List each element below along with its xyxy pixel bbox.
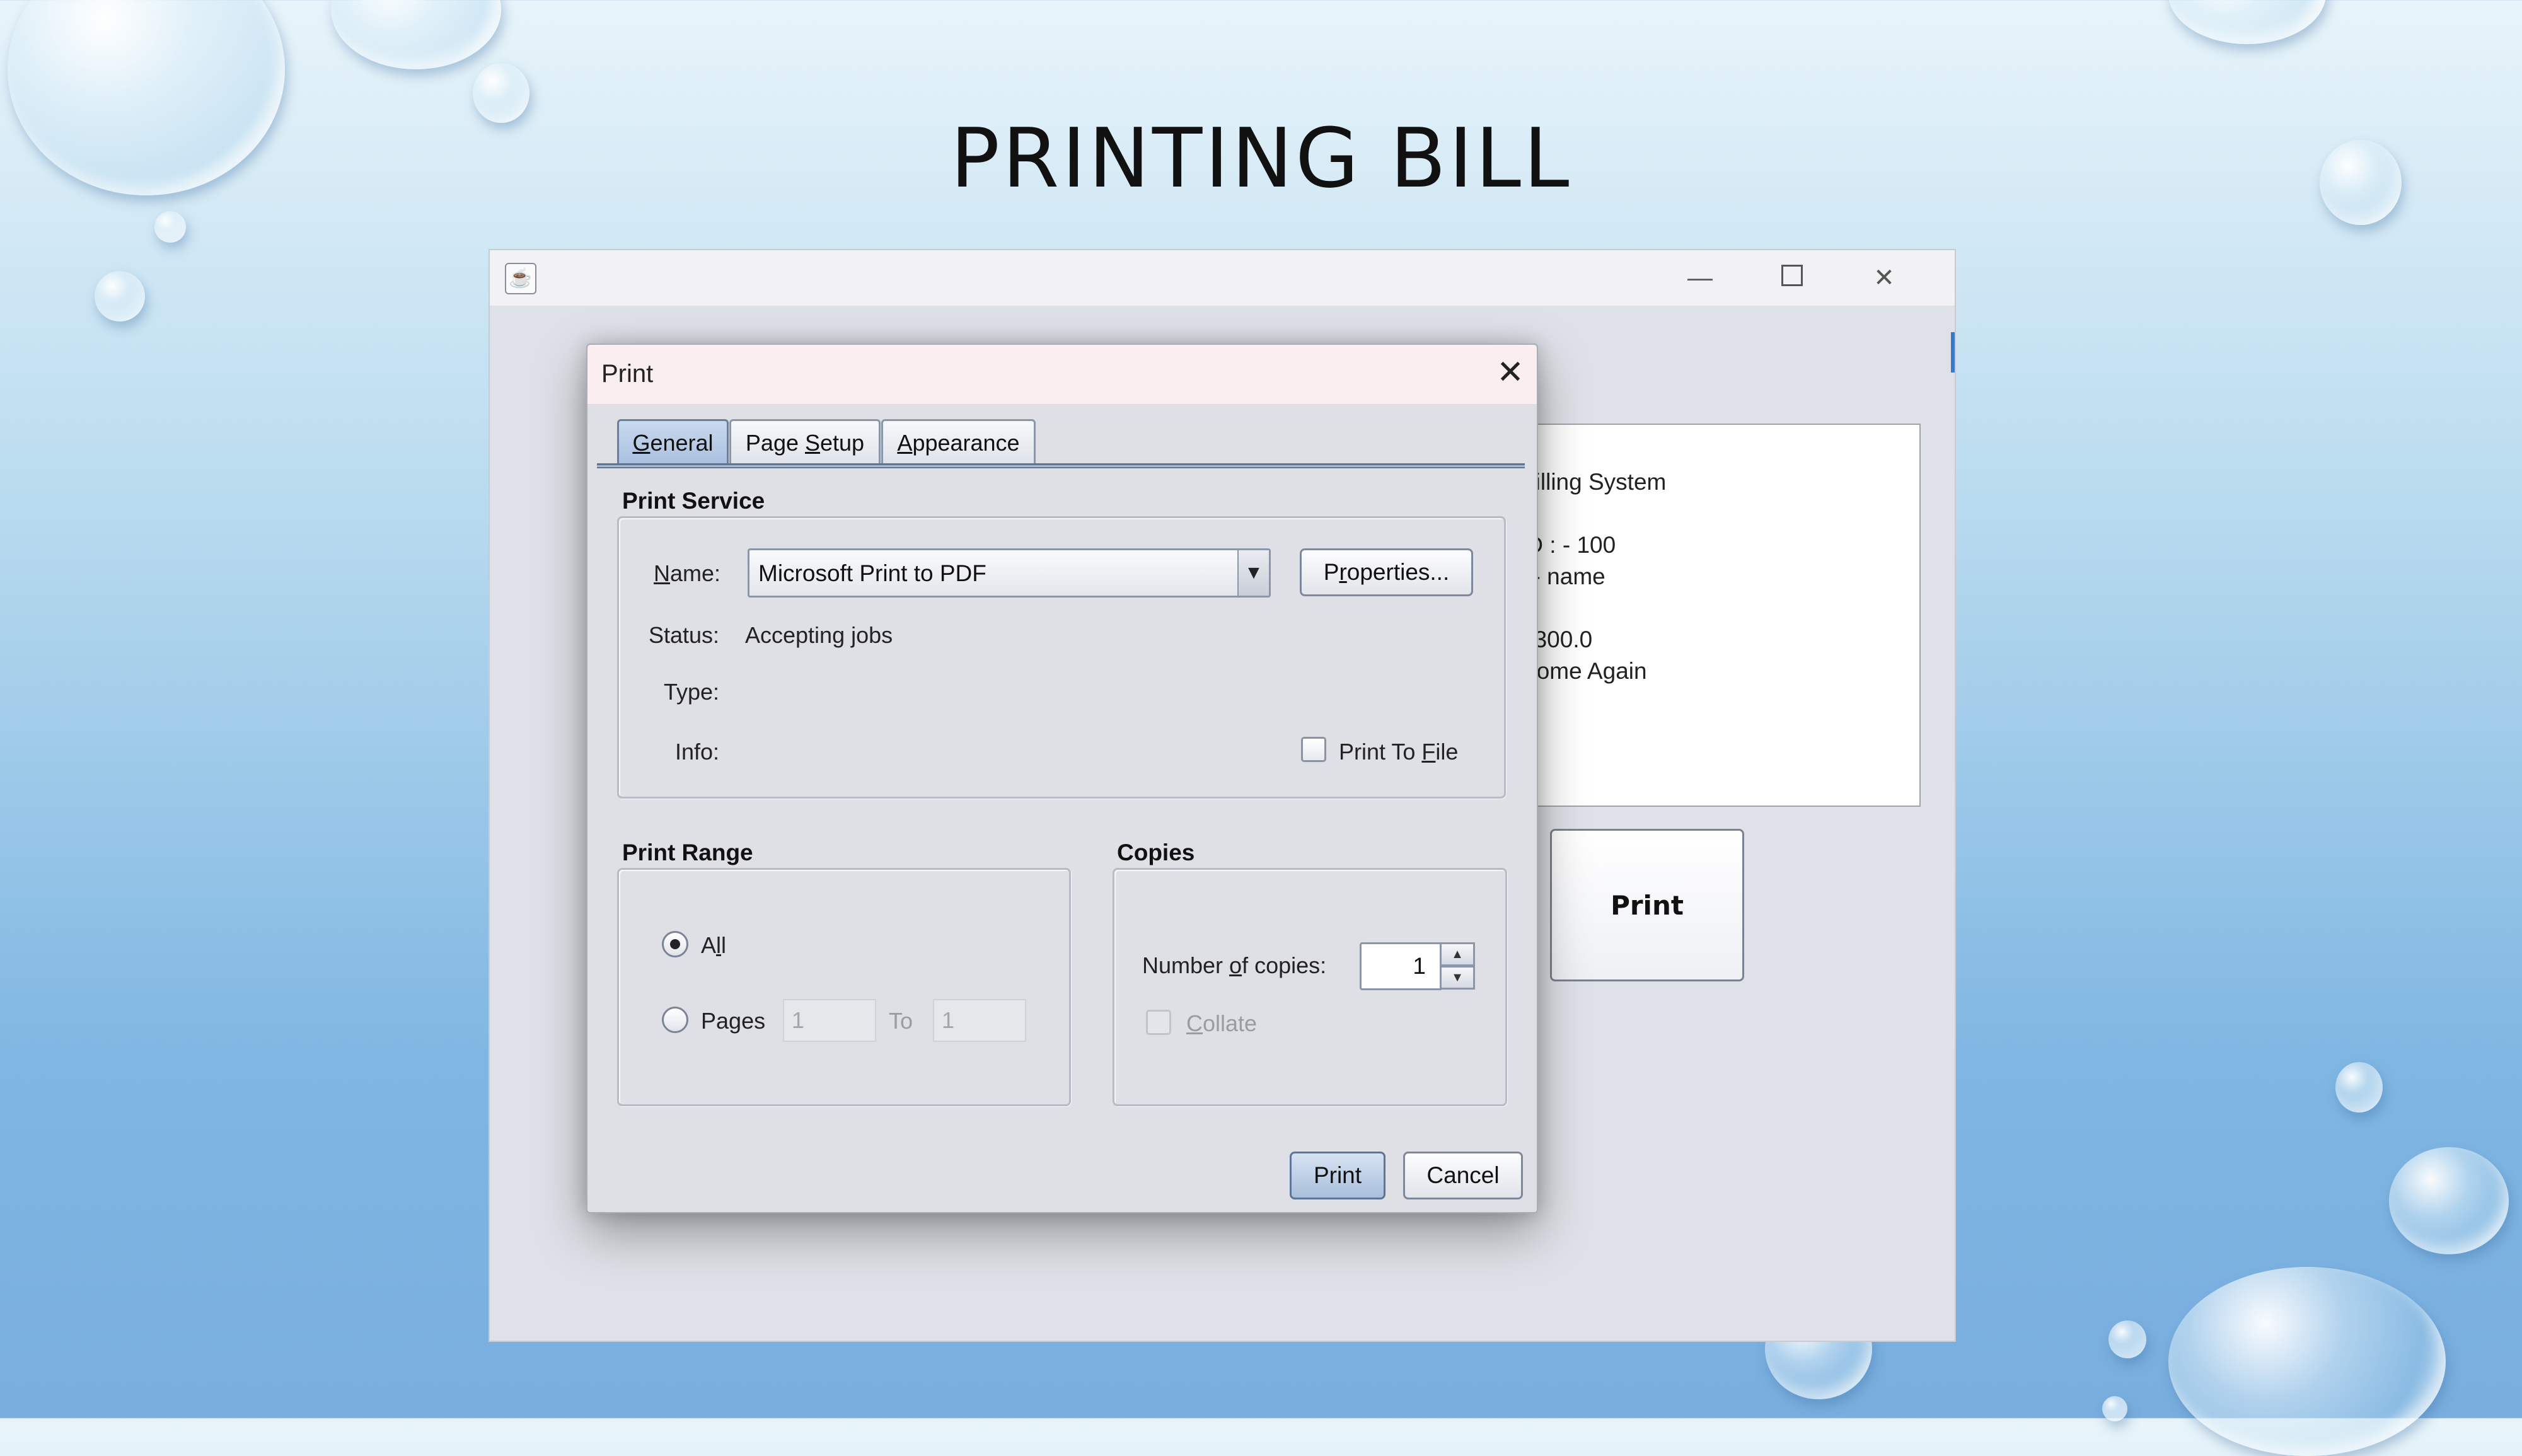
name-label: Name: [654, 560, 721, 586]
properties-button[interactable]: Properties... [1300, 548, 1473, 596]
print-button[interactable]: Print [1290, 1152, 1385, 1199]
bill-line: Billing System [1520, 469, 1667, 495]
window-edge-accent [1951, 332, 1955, 373]
chevron-down-icon[interactable]: ▼ [1237, 550, 1269, 596]
close-icon[interactable]: ✕ [1865, 260, 1903, 296]
print-to-file-checkbox[interactable] [1301, 737, 1326, 762]
info-label: Info: [675, 739, 720, 765]
collate-checkbox[interactable] [1146, 1010, 1171, 1035]
water-droplet [2389, 1147, 2509, 1254]
tab-divider [597, 463, 1525, 468]
to-label: To [889, 1008, 913, 1034]
tab-appearance[interactable]: Appearance [881, 419, 1036, 463]
number-of-copies-label: Number of copies: [1142, 952, 1327, 978]
app-titlebar[interactable]: ☕ — ✕ [490, 250, 1955, 306]
water-droplet [331, 0, 501, 69]
water-droplet [2102, 1396, 2127, 1421]
slide-title: PRINTING BILL [950, 110, 1572, 206]
type-label: Type: [664, 679, 720, 705]
printer-name-select[interactable]: Microsoft Print to PDF ▼ [748, 548, 1271, 598]
close-icon[interactable]: ✕ [1491, 354, 1529, 391]
cancel-button[interactable]: Cancel [1403, 1152, 1523, 1199]
copies-spinner-field[interactable]: 1 [1360, 942, 1442, 990]
all-radio[interactable] [662, 931, 688, 957]
water-droplet [2168, 1267, 2446, 1456]
status-label: Status: [649, 622, 720, 648]
print-to-file-label[interactable]: Print To File [1339, 739, 1458, 765]
pages-from-field[interactable]: 1 [783, 999, 876, 1042]
bill-text-area[interactable]: Billing System ID : - 100 : - name 0 - 3… [1520, 424, 1921, 807]
water-droplet [154, 211, 186, 243]
water-droplet [2168, 0, 2326, 44]
print-dialog: Print ✕ General Page Setup Appearance Pr… [586, 344, 1538, 1213]
water-droplet [95, 271, 145, 321]
print-range-label: Print Range [622, 840, 753, 865]
pages-label[interactable]: Pages [701, 1008, 765, 1034]
print-range-group [617, 868, 1071, 1106]
pages-to-field[interactable]: 1 [933, 999, 1026, 1042]
java-cup-icon: ☕ [505, 263, 536, 294]
bill-line: Come Again [1520, 658, 1647, 684]
water-droplet [2335, 1062, 2383, 1112]
all-label[interactable]: All [701, 932, 726, 959]
spinner-down-icon[interactable]: ▼ [1440, 966, 1475, 990]
app-print-button[interactable]: Print [1550, 829, 1744, 981]
minimize-icon[interactable]: — [1681, 260, 1719, 296]
maximize-icon[interactable] [1773, 260, 1811, 296]
print-service-label: Print Service [622, 488, 765, 514]
pages-radio[interactable] [662, 1007, 688, 1033]
dialog-titlebar[interactable]: Print ✕ [587, 345, 1537, 405]
printer-name-value: Microsoft Print to PDF [758, 560, 986, 586]
spinner-up-icon[interactable]: ▲ [1440, 942, 1475, 966]
collate-label: Collate [1186, 1010, 1258, 1036]
tab-page-setup[interactable]: Page Setup [729, 419, 881, 463]
tab-general[interactable]: General [617, 419, 729, 463]
dialog-title: Print [601, 360, 654, 388]
copies-label: Copies [1117, 840, 1195, 865]
water-droplet [2108, 1320, 2146, 1358]
status-value: Accepting jobs [745, 622, 893, 648]
